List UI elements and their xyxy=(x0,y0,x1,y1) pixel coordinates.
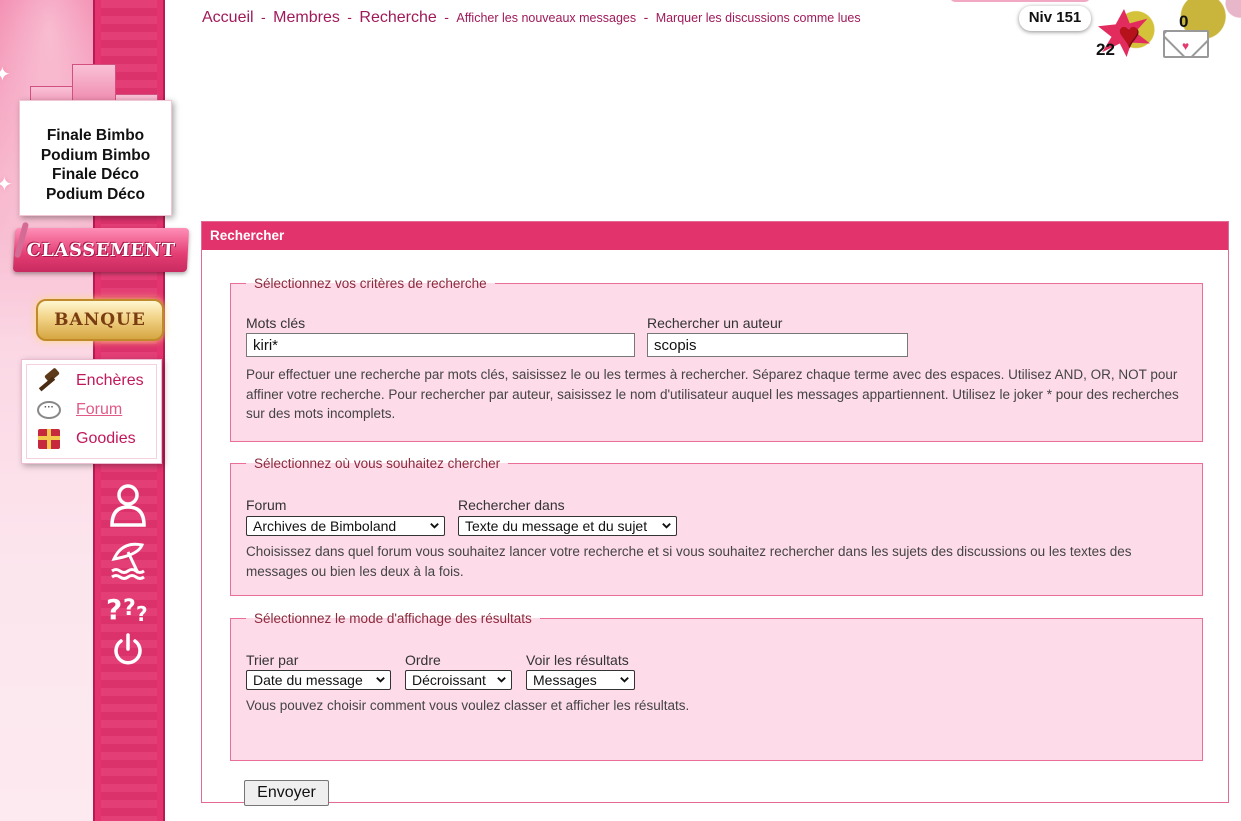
messages-button[interactable]: ♥ 0 xyxy=(1161,10,1211,58)
search-panel: Rechercher Sélectionnez vos critères de … xyxy=(201,221,1229,806)
nav-mark-read-link[interactable]: Marquer les discussions comme lues xyxy=(656,11,861,25)
star-decoration-icon: ✦ xyxy=(0,174,13,196)
order-select[interactable]: Décroissant xyxy=(405,670,512,690)
where-fieldset: Sélectionnez où vous souhaitez chercher … xyxy=(230,456,1203,596)
breadcrumb-nav: Accueil - Membres - Recherche - Afficher… xyxy=(202,9,861,27)
author-input[interactable] xyxy=(647,333,908,357)
svg-text:?: ? xyxy=(123,596,136,621)
chat-bubble-icon: ··· xyxy=(34,399,64,421)
panel-title: Rechercher xyxy=(202,222,1228,250)
where-help-text: Choisissez dans quel forum vous souhaite… xyxy=(246,544,1132,579)
view-results-select-value: Messages xyxy=(533,672,597,688)
display-fieldset: Sélectionnez le mode d'affichage des rés… xyxy=(230,611,1203,761)
svg-text:?: ? xyxy=(106,593,122,626)
sidebar-item-label: Goodies xyxy=(76,429,136,447)
chevron-down-icon xyxy=(497,677,506,683)
messages-count: 0 xyxy=(1179,12,1189,31)
sort-label: Trier par xyxy=(246,652,299,668)
podium-deco-link[interactable]: Podium Déco xyxy=(46,185,145,205)
view-results-label: Voir les résultats xyxy=(526,652,629,668)
hearts-count: 22 xyxy=(1096,40,1115,59)
left-sidebar: ✦ ✦ Finale Bimbo Podium Bimbo Finale Déc… xyxy=(0,0,190,821)
finale-card: Finale Bimbo Podium Bimbo Finale Déco Po… xyxy=(19,100,172,216)
hud-decoration xyxy=(950,0,1090,2)
top-right-hud: Niv 151 ♥ 22 ♥ 0 xyxy=(950,0,1241,60)
nav-separator: - xyxy=(261,9,266,25)
sidebar-item-forum[interactable]: ··· Forum xyxy=(26,395,157,424)
display-legend: Sélectionnez le mode d'affichage des rés… xyxy=(254,611,532,626)
sort-select-value: Date du message xyxy=(253,672,363,688)
criteria-legend: Sélectionnez vos critères de recherche xyxy=(254,276,487,291)
author-label: Rechercher un auteur xyxy=(647,315,783,331)
search-in-label: Rechercher dans xyxy=(458,497,565,513)
nav-new-messages-link[interactable]: Afficher les nouveaux messages xyxy=(456,11,636,25)
criteria-fieldset: Sélectionnez vos critères de recherche M… xyxy=(230,276,1203,442)
chevron-down-icon xyxy=(430,523,439,529)
heart-icon: ♥ xyxy=(1118,14,1140,55)
sidebar-item-label: Enchères xyxy=(76,371,144,389)
order-select-value: Décroissant xyxy=(412,672,486,688)
gavel-icon xyxy=(34,366,64,392)
criteria-help-text: Pour effectuer une recherche par mots cl… xyxy=(246,367,1179,421)
envelope-icon: ♥ xyxy=(1163,30,1209,58)
keywords-label: Mots clés xyxy=(246,315,306,331)
power-icon[interactable] xyxy=(105,627,151,673)
forum-select[interactable]: Archives de Bimboland xyxy=(246,516,445,536)
keywords-input[interactable] xyxy=(246,333,635,357)
svg-text:?: ? xyxy=(136,602,148,626)
search-in-select-value: Texte du message et du sujet xyxy=(465,518,648,534)
profile-icon[interactable] xyxy=(105,482,151,528)
panel-body: Sélectionnez vos critères de recherche M… xyxy=(202,250,1228,806)
level-badge: Niv 151 xyxy=(1019,6,1091,31)
podium-bimbo-link[interactable]: Podium Bimbo xyxy=(41,146,150,166)
finale-bimbo-link[interactable]: Finale Bimbo xyxy=(47,126,144,146)
chevron-down-icon xyxy=(662,523,671,529)
view-results-select[interactable]: Messages xyxy=(526,670,635,690)
sidebar-item-label: Forum xyxy=(76,400,123,418)
nav-separator: - xyxy=(643,9,649,25)
nav-membres-link[interactable]: Membres xyxy=(273,9,340,26)
sidebar-item-encheres[interactable]: Enchères xyxy=(26,366,157,395)
nav-separator: - xyxy=(347,9,352,25)
banque-button[interactable]: BANQUE xyxy=(36,299,164,341)
classement-button[interactable]: CLASSEMENT xyxy=(12,221,190,272)
forum-select-value: Archives de Bimboland xyxy=(253,518,397,534)
beach-umbrella-icon[interactable] xyxy=(105,536,151,582)
star-decoration-icon: ✦ xyxy=(0,64,11,86)
order-label: Ordre xyxy=(405,652,441,668)
nav-separator: - xyxy=(444,9,449,25)
chevron-down-icon xyxy=(376,677,385,683)
search-in-select[interactable]: Texte du message et du sujet xyxy=(458,516,677,536)
submit-button[interactable]: Envoyer xyxy=(244,780,329,806)
sidebar-menu: Enchères ··· Forum Goodies xyxy=(21,359,162,464)
nav-recherche-link[interactable]: Recherche xyxy=(359,9,436,26)
gift-icon xyxy=(34,428,64,450)
classement-label: CLASSEMENT xyxy=(26,239,176,261)
chevron-down-icon xyxy=(620,677,629,683)
sidebar-item-goodies[interactable]: Goodies xyxy=(26,424,157,453)
finale-deco-link[interactable]: Finale Déco xyxy=(52,165,139,185)
nav-accueil-link[interactable]: Accueil xyxy=(202,9,254,26)
help-icon[interactable]: ??? xyxy=(105,586,151,632)
display-help-text: Vous pouvez choisir comment vous voulez … xyxy=(246,698,690,713)
sort-select[interactable]: Date du message xyxy=(246,670,391,690)
forum-label: Forum xyxy=(246,497,287,513)
banque-label: BANQUE xyxy=(54,310,146,330)
where-legend: Sélectionnez où vous souhaitez chercher xyxy=(254,456,501,471)
